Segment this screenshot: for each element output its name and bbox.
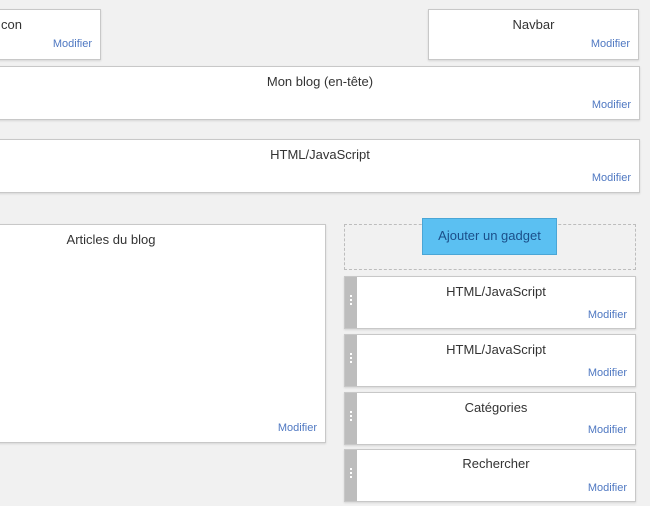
favicon-edit-link[interactable]: Modifier [53,38,92,50]
navbar-gadget-title: Navbar [512,17,555,32]
sidebar-gadget-html-1: HTML/JavaScript Modifier [344,276,636,329]
blog-posts-gadget: Articles du blog Modifier [0,224,326,443]
sidebar-gadget-html-2: HTML/JavaScript Modifier [344,334,636,387]
sidebar-gadget-edit-link[interactable]: Modifier [588,482,627,494]
html-wide-edit-link[interactable]: Modifier [592,172,631,184]
header-gadget: Mon blog (en-tête) Modifier [0,66,640,120]
drag-handle[interactable] [345,335,357,386]
drag-handle[interactable] [345,277,357,328]
sidebar-gadget-edit-link[interactable]: Modifier [588,309,627,321]
grip-icon [350,352,352,365]
favicon-gadget-title: con [1,17,22,32]
sidebar-gadget-title: Rechercher [462,456,530,471]
header-gadget-title: Mon blog (en-tête) [266,74,374,89]
sidebar-gadget-categories: Catégories Modifier [344,392,636,445]
sidebar-gadget-search: Rechercher Modifier [344,449,636,502]
drag-handle[interactable] [345,393,357,444]
html-wide-gadget: HTML/JavaScript Modifier [0,139,640,193]
sidebar-gadget-edit-link[interactable]: Modifier [588,367,627,379]
sidebar-gadget-title: HTML/JavaScript [446,284,546,299]
navbar-edit-link[interactable]: Modifier [591,38,630,50]
grip-icon [350,467,352,480]
blog-posts-edit-link[interactable]: Modifier [278,422,317,434]
header-edit-link[interactable]: Modifier [592,99,631,111]
navbar-gadget: Navbar Modifier [428,9,639,60]
blog-posts-title: Articles du blog [66,232,156,247]
favicon-gadget: con Modifier [0,9,101,60]
add-gadget-button[interactable]: Ajouter un gadget [422,218,557,255]
grip-icon [350,410,352,423]
sidebar-gadget-title: HTML/JavaScript [446,342,546,357]
sidebar-gadget-title: Catégories [464,400,528,415]
grip-icon [350,294,352,307]
drag-handle[interactable] [345,450,357,501]
sidebar-gadget-edit-link[interactable]: Modifier [588,424,627,436]
html-wide-gadget-title: HTML/JavaScript [270,147,370,162]
